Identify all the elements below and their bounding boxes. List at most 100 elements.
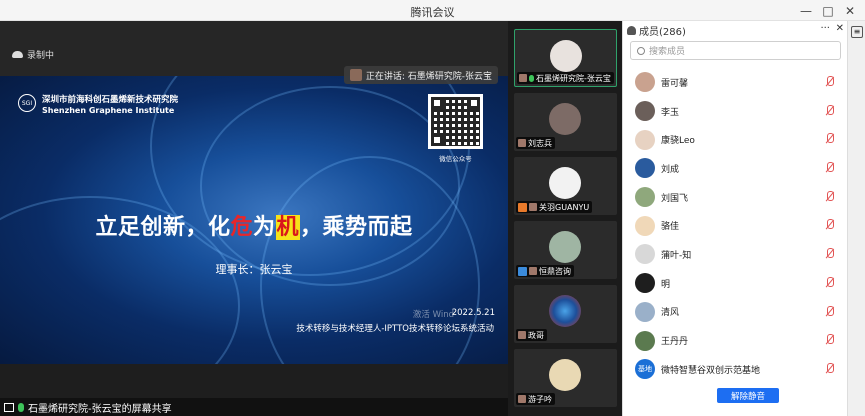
mic-muted-icon[interactable] (825, 76, 834, 88)
member-row[interactable]: 刘国飞 (623, 183, 848, 212)
members-title: 成员(286) (639, 26, 686, 38)
member-avatar (635, 215, 655, 236)
tile-label: 游子吟 (516, 393, 555, 405)
member-row[interactable]: 清风 (623, 298, 848, 327)
member-name: 刘成 (661, 164, 680, 175)
qr-corner (431, 97, 443, 109)
tile-name: 政哥 (528, 330, 544, 340)
tile-label: 石墨烯研究院-张云宝 (517, 72, 614, 84)
mic-muted-icon[interactable] (825, 362, 834, 375)
tile-label: 政哥 (516, 329, 547, 341)
speaking-indicator: 正在讲话: 石墨烯研究院-张云宝 (343, 66, 498, 84)
mic-muted-icon[interactable] (825, 190, 834, 203)
member-row[interactable]: 李玉 (623, 97, 848, 126)
mic-muted-icon[interactable] (825, 248, 834, 260)
tile-name: 石墨烯研究院-张云宝 (536, 73, 611, 83)
member-row[interactable]: 蒲叶-知 (623, 240, 848, 269)
main-stage[interactable]: 录制中 正在讲话: 石墨烯研究院-张云宝 SGI 深圳市前海科创石墨烯新技术研究… (0, 21, 508, 416)
minimize-button[interactable]: — (795, 2, 817, 19)
qr-caption: 微信公众号 (439, 155, 472, 163)
video-tiles-column: 石墨烯研究院-张云宝 刘志兵 关羽GUANYU 恒鼎咨询 政哥 游子吟 (508, 21, 622, 416)
member-avatar (635, 129, 655, 150)
mic-muted-icon[interactable] (825, 162, 834, 174)
screen-icon (4, 402, 14, 412)
member-name: 康骁Leo (661, 136, 695, 147)
org-name-en: Shenzhen Graphene Institute (42, 106, 175, 115)
org-name-cn: 深圳市前海科创石墨烯新技术研究院 (42, 95, 179, 105)
user-badge-icon (518, 266, 527, 276)
member-row[interactable]: 王丹丹 (623, 326, 848, 355)
unmute-all-button[interactable]: 解除静音 (717, 388, 779, 403)
participant-avatar (549, 359, 581, 391)
mic-muted-icon[interactable] (825, 133, 834, 145)
headline-text: ，乘势而起 (300, 215, 413, 240)
member-name: 微特智慧谷双创示范基地 (661, 365, 761, 376)
recording-label: 录制中 (27, 51, 55, 61)
member-row[interactable]: 明 (623, 269, 848, 298)
headline-red-char: 危 (230, 215, 253, 240)
member-avatar (635, 301, 655, 322)
mic-muted-icon[interactable] (825, 219, 834, 231)
panel-close-button[interactable]: ✕ (836, 23, 844, 34)
member-search-input[interactable]: 搜索成员 (630, 41, 841, 60)
video-tile[interactable]: 恒鼎咨询 (514, 221, 617, 279)
slide-chair: 理事长：张云宝 (215, 263, 293, 276)
video-tile[interactable]: 游子吟 (514, 349, 617, 407)
participant-avatar (549, 103, 581, 135)
tile-name: 关羽GUANYU (539, 202, 590, 212)
mic-muted-icon[interactable] (825, 334, 834, 346)
maximize-button[interactable]: □ (817, 2, 839, 19)
search-icon (637, 46, 645, 55)
members-header: 成员(286) ··· ✕ (623, 21, 848, 39)
member-avatar: 基地 (635, 359, 655, 380)
slide-headline: 立足创新，化危为机，乘势而起 (0, 209, 508, 241)
menu-icon[interactable]: ≡ (851, 26, 863, 38)
member-row[interactable]: 雷可馨 (623, 68, 848, 97)
headline-text: 为 (252, 215, 276, 240)
video-tile[interactable]: 政哥 (514, 285, 617, 343)
mic-muted-icon[interactable] (825, 276, 834, 289)
mic-muted-icon[interactable] (825, 104, 834, 117)
recording-indicator: 录制中 (12, 48, 54, 61)
avatar-icon (518, 331, 526, 339)
participant-avatar (549, 295, 581, 327)
member-name: 王丹丹 (661, 337, 689, 348)
member-row[interactable]: 骆佳 (623, 211, 848, 240)
headline-highlight-char: 机 (275, 215, 301, 240)
mic-muted-icon[interactable] (825, 305, 834, 318)
member-name: 雷可馨 (661, 78, 689, 89)
member-avatar (635, 72, 655, 93)
avatar-icon (529, 267, 537, 275)
speaker-avatar (349, 69, 362, 81)
member-row[interactable]: 基地 微特智慧谷双创示范基地 (623, 355, 848, 384)
participant-avatar (549, 231, 581, 263)
member-name: 李玉 (661, 107, 680, 118)
user-badge-icon (518, 202, 527, 212)
qr-corner (468, 97, 480, 109)
org-logo: SGI (18, 94, 36, 112)
video-tile[interactable]: 刘志兵 (514, 93, 617, 151)
activation-watermark: 激活 Wind (412, 310, 454, 320)
window-title: 腾讯会议 (410, 6, 455, 19)
close-button[interactable]: ✕ (839, 2, 861, 19)
member-row[interactable]: 刘成 (623, 154, 848, 183)
more-options-button[interactable]: ··· (820, 23, 830, 34)
share-label: 石墨烯研究院-张云宝的屏幕共享 (28, 403, 172, 415)
shared-slide: SGI 深圳市前海科创石墨烯新技术研究院 Shenzhen Graphene I… (0, 76, 508, 364)
member-avatar (635, 101, 655, 122)
video-tile[interactable]: 关羽GUANYU (514, 157, 617, 215)
right-toolbar: ≡ (847, 21, 865, 416)
member-avatar (635, 187, 655, 208)
member-name: 蒲叶-知 (661, 250, 692, 261)
member-name: 清风 (661, 308, 680, 319)
member-row[interactable]: 康骁Leo (623, 125, 848, 154)
qr-corner (431, 134, 443, 146)
member-avatar (635, 244, 655, 265)
title-bar: 腾讯会议 — □ ✕ (0, 0, 865, 21)
video-tile[interactable]: 石墨烯研究院-张云宝 (514, 29, 617, 87)
search-placeholder: 搜索成员 (649, 47, 686, 57)
avatar-icon (518, 395, 526, 403)
mic-icon (18, 402, 24, 412)
member-avatar (635, 158, 655, 179)
participant-avatar (549, 167, 581, 199)
